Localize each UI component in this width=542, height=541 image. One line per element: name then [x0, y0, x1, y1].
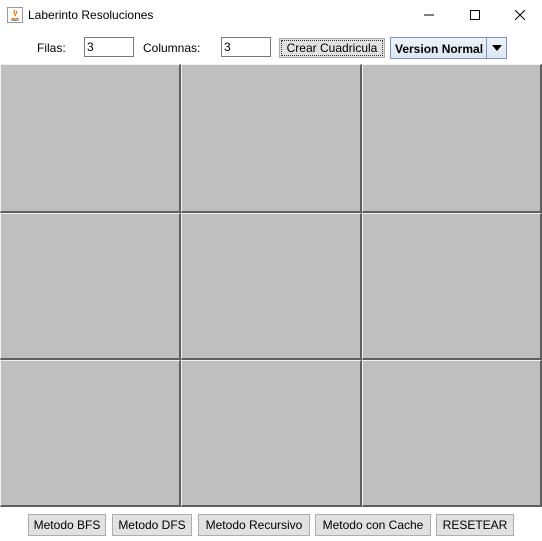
close-button[interactable] [497, 0, 542, 30]
metodo-bfs-button[interactable]: Metodo BFS [28, 514, 106, 536]
filas-input[interactable] [84, 37, 134, 57]
grid-cell-r2-c2[interactable] [181, 213, 362, 360]
maximize-button[interactable] [452, 0, 498, 30]
window-title: Laberinto Resoluciones [28, 8, 154, 22]
minimize-icon [424, 14, 434, 16]
grid-cell-r3-c1[interactable] [0, 360, 181, 507]
maximize-icon [470, 10, 480, 20]
minimize-button[interactable] [406, 0, 452, 30]
filas-label: Filas: [37, 41, 66, 55]
grid-cell-r2-c1[interactable] [0, 213, 181, 360]
close-icon [515, 10, 525, 20]
resetear-button[interactable]: RESETEAR [436, 514, 514, 536]
metodo-recursivo-button[interactable]: Metodo Recursivo [198, 514, 310, 536]
version-select[interactable]: Version Normal [390, 37, 507, 59]
top-toolbar: Filas: Columnas: Crear Cuadricula Versio… [0, 30, 542, 64]
version-select-value: Version Normal [395, 42, 484, 56]
grid-cell-r1-c2[interactable] [181, 64, 362, 213]
grid-cell-r1-c1[interactable] [0, 64, 181, 213]
java-icon [7, 7, 23, 23]
grid-cell-r1-c3[interactable] [362, 64, 542, 213]
columnas-input[interactable] [221, 37, 271, 57]
grid-cell-r3-c3[interactable] [362, 360, 542, 507]
metodo-cache-button[interactable]: Metodo con Cache [315, 514, 431, 536]
crear-cuadricula-button[interactable]: Crear Cuadricula [279, 38, 385, 58]
metodo-dfs-button[interactable]: Metodo DFS [112, 514, 192, 536]
bottom-toolbar: Metodo BFS Metodo DFS Metodo Recursivo M… [0, 507, 542, 541]
title-bar: Laberinto Resoluciones [0, 0, 542, 30]
chevron-down-icon [491, 45, 502, 51]
dropdown-arrow-button[interactable] [486, 38, 506, 58]
columnas-label: Columnas: [143, 41, 201, 55]
grid-cell-r2-c3[interactable] [362, 213, 542, 360]
maze-grid [0, 64, 542, 507]
grid-cell-r3-c2[interactable] [181, 360, 362, 507]
